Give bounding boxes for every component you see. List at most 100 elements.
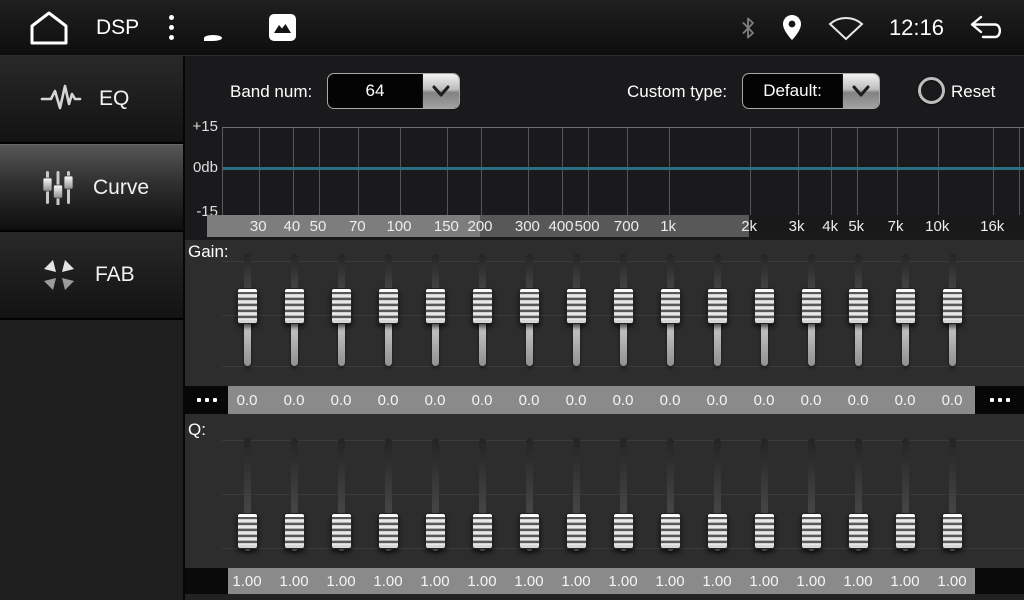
slider-thumb[interactable] [237, 288, 258, 324]
slider-thumb[interactable] [660, 513, 681, 549]
gain-slider[interactable] [754, 250, 774, 372]
slider-thumb[interactable] [378, 513, 399, 549]
slider-thumb[interactable] [707, 513, 728, 549]
gain-slider[interactable] [613, 250, 633, 372]
slider-thumb[interactable] [237, 513, 258, 549]
slider-thumb[interactable] [331, 513, 352, 549]
gain-slider[interactable] [801, 250, 821, 372]
q-slider[interactable] [895, 434, 915, 554]
slider-thumb[interactable] [754, 288, 775, 324]
custom-type-dropdown[interactable]: Default: [742, 73, 880, 109]
q-slider[interactable] [754, 434, 774, 554]
gain-slider[interactable] [566, 250, 586, 372]
gain-slider[interactable] [237, 250, 257, 372]
gain-slider[interactable] [331, 250, 351, 372]
slider-thumb[interactable] [378, 288, 399, 324]
slider-thumb[interactable] [284, 513, 305, 549]
slider-track-upper [620, 254, 627, 292]
q-slider[interactable] [378, 434, 398, 554]
slider-thumb[interactable] [613, 288, 634, 324]
y-axis-label: 0db [185, 160, 218, 176]
q-slider[interactable] [942, 434, 962, 554]
slider-thumb[interactable] [425, 288, 446, 324]
freq-tick-label: 50 [310, 215, 327, 237]
home-icon[interactable] [26, 8, 72, 48]
slider-thumb[interactable] [613, 513, 634, 549]
bottom-bar [185, 594, 1024, 600]
slider-track-upper [761, 254, 768, 292]
q-slider[interactable] [660, 434, 680, 554]
slider-thumb[interactable] [519, 288, 540, 324]
gain-slider[interactable] [660, 250, 680, 372]
q-value: 1.00 [459, 568, 505, 594]
gain-slider[interactable] [848, 250, 868, 372]
grid-line [831, 128, 832, 216]
freq-tick-label: 4k [822, 215, 838, 237]
sidebar-item-curve[interactable]: Curve [0, 144, 183, 232]
reset-radio-icon[interactable] [918, 77, 945, 104]
gain-slider[interactable] [472, 250, 492, 372]
q-slider[interactable] [237, 434, 257, 554]
overflow-menu-icon[interactable] [165, 11, 178, 44]
gain-slider[interactable] [284, 250, 304, 372]
slider-thumb[interactable] [566, 513, 587, 549]
q-value: 1.00 [835, 568, 881, 594]
dot [169, 15, 174, 20]
apps-clover-icon[interactable] [204, 8, 243, 47]
slider-track-upper [573, 438, 580, 515]
gain-slider[interactable] [425, 250, 445, 372]
sidebar-item-label: FAB [95, 263, 135, 287]
gain-slider[interactable] [707, 250, 727, 372]
slider-thumb[interactable] [566, 288, 587, 324]
grid-line [938, 128, 939, 216]
chevron-down-icon[interactable] [842, 74, 879, 108]
band-num-dropdown[interactable]: 64 [327, 73, 460, 109]
slider-thumb[interactable] [895, 288, 916, 324]
q-value: 1.00 [741, 568, 787, 594]
grid-line [319, 128, 320, 216]
q-slider[interactable] [519, 434, 539, 554]
more-dots-left-button[interactable] [185, 386, 228, 414]
gain-slider[interactable] [895, 250, 915, 372]
q-slider[interactable] [801, 434, 821, 554]
sidebar-item-eq[interactable]: EQ [0, 56, 183, 144]
q-slider[interactable] [425, 434, 445, 554]
slider-thumb[interactable] [848, 513, 869, 549]
gain-slider[interactable] [942, 250, 962, 372]
gain-label: Gain: [188, 242, 229, 262]
slider-track-upper [667, 254, 674, 292]
sidebar-item-fab[interactable]: FAB [0, 232, 183, 320]
slider-thumb[interactable] [472, 288, 493, 324]
slider-thumb[interactable] [425, 513, 446, 549]
q-value: 1.00 [694, 568, 740, 594]
q-slider[interactable] [613, 434, 633, 554]
slider-track-upper [432, 438, 439, 515]
slider-thumb[interactable] [942, 288, 963, 324]
slider-thumb[interactable] [284, 288, 305, 324]
slider-thumb[interactable] [660, 288, 681, 324]
slider-thumb[interactable] [519, 513, 540, 549]
slider-thumb[interactable] [331, 288, 352, 324]
back-icon[interactable] [968, 14, 1006, 42]
freq-tick-label: 150 [434, 215, 459, 237]
q-slider[interactable] [284, 434, 304, 554]
more-dots-right-button[interactable] [975, 386, 1024, 414]
q-slider[interactable] [707, 434, 727, 554]
slider-thumb[interactable] [895, 513, 916, 549]
chevron-down-icon[interactable] [422, 74, 459, 108]
slider-thumb[interactable] [754, 513, 775, 549]
gain-slider[interactable] [378, 250, 398, 372]
q-slider[interactable] [331, 434, 351, 554]
slider-thumb[interactable] [707, 288, 728, 324]
slider-thumb[interactable] [801, 288, 822, 324]
slider-thumb[interactable] [848, 288, 869, 324]
q-slider[interactable] [472, 434, 492, 554]
grid-line [293, 128, 294, 216]
slider-thumb[interactable] [942, 513, 963, 549]
slider-thumb[interactable] [801, 513, 822, 549]
gain-slider[interactable] [519, 250, 539, 372]
q-slider[interactable] [848, 434, 868, 554]
slider-thumb[interactable] [472, 513, 493, 549]
q-slider[interactable] [566, 434, 586, 554]
gallery-icon[interactable] [269, 14, 296, 41]
